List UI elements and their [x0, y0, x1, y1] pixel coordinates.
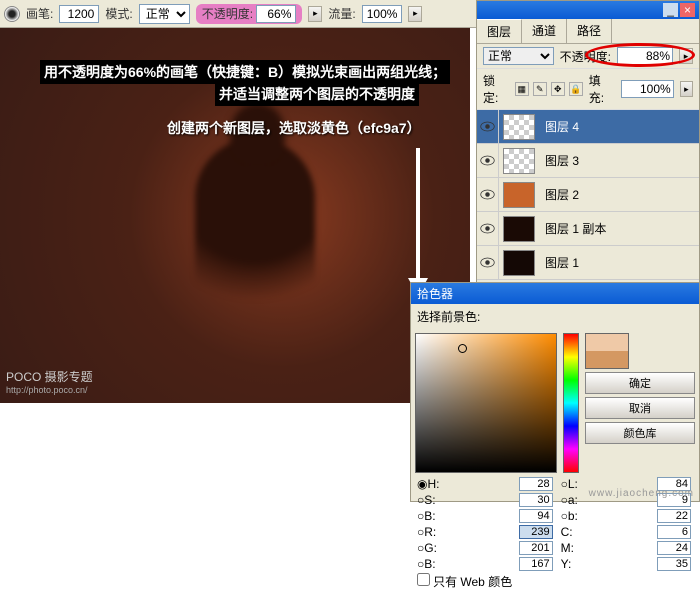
mode-label: 模式:	[105, 5, 132, 22]
caption-3: 创建两个新图层，选取淡黄色（efc9a7）	[167, 118, 421, 138]
color-field[interactable]	[415, 333, 557, 473]
fill-value[interactable]: 100%	[621, 80, 674, 98]
poco-watermark: POCO 摄影专题http://photo.poco.cn/	[6, 368, 93, 395]
flow-arrow-icon[interactable]: ▸	[408, 6, 422, 22]
opacity-dropdown-icon[interactable]: ▸	[679, 48, 693, 64]
lock-icons: ▦ ✎ ✥ 🔒	[515, 82, 583, 96]
layer-row[interactable]: 图层 4	[477, 110, 699, 144]
minimize-icon[interactable]: _	[663, 3, 678, 17]
opacity-label: 不透明度:	[202, 7, 253, 21]
cancel-button[interactable]: 取消	[585, 397, 695, 419]
brush-preview-icon[interactable]	[4, 6, 20, 22]
g-input[interactable]	[519, 541, 553, 555]
layer-thumb	[503, 250, 535, 276]
layer-name: 图层 1 副本	[545, 220, 606, 237]
swatches-button[interactable]: 颜色库	[585, 422, 695, 444]
layer-row[interactable]: 图层 1	[477, 246, 699, 280]
fill-label: 填充:	[589, 72, 615, 106]
color-swatch	[585, 333, 629, 369]
picker-title: 拾色器	[411, 283, 699, 304]
caption-1: 用不透明度为66%的画笔（快捷键：B）模拟光束画出两组光线；	[40, 60, 450, 84]
layer-row[interactable]: 图层 2	[477, 178, 699, 212]
layer-row[interactable]: 图层 1 副本	[477, 212, 699, 246]
h-input[interactable]	[519, 477, 553, 491]
y-input[interactable]	[657, 557, 691, 571]
site-watermark: www.jiaocheng.com	[589, 488, 694, 499]
lock-pixels-icon[interactable]: ✎	[533, 82, 547, 96]
tab-paths[interactable]: 路径	[567, 19, 612, 43]
opacity-value[interactable]: 66%	[256, 5, 296, 23]
color-picker: 拾色器 选择前景色: 确定 取消 颜色库 ◉H: ○L: ○S: ○a: ○B:…	[410, 282, 700, 502]
layer-thumb	[503, 114, 535, 140]
bch-input[interactable]	[519, 557, 553, 571]
layer-name: 图层 4	[545, 118, 579, 135]
visibility-eye-icon[interactable]	[477, 144, 499, 178]
lock-transparent-icon[interactable]: ▦	[515, 82, 529, 96]
web-colors-checkbox[interactable]	[417, 573, 430, 586]
m-input[interactable]	[657, 541, 691, 555]
ok-button[interactable]: 确定	[585, 372, 695, 394]
fill-dropdown-icon[interactable]: ▸	[680, 81, 693, 97]
layer-name: 图层 1	[545, 254, 579, 271]
flow-value[interactable]: 100%	[362, 5, 403, 23]
b2-input[interactable]	[657, 509, 691, 523]
layer-row[interactable]: 图层 3	[477, 144, 699, 178]
visibility-eye-icon[interactable]	[477, 212, 499, 246]
visibility-eye-icon[interactable]	[477, 246, 499, 280]
web-label: 只有 Web 颜色	[433, 575, 512, 589]
layer-opacity-value[interactable]: 88%	[617, 47, 673, 65]
bv-input[interactable]	[519, 509, 553, 523]
layer-name: 图层 3	[545, 152, 579, 169]
layer-name: 图层 2	[545, 186, 579, 203]
layer-blend-select[interactable]: 正常	[483, 47, 554, 65]
layers-panel: _ × 图层 通道 路径 正常 不透明度: 88% ▸ 锁定: ▦ ✎ ✥ 🔒 …	[476, 0, 700, 290]
panel-tabs: 图层 通道 路径	[477, 19, 699, 44]
c-input[interactable]	[657, 525, 691, 539]
brush-size-value[interactable]: 1200	[59, 5, 99, 23]
color-marker-icon	[458, 344, 467, 353]
layer-thumb	[503, 216, 535, 242]
arrow-down-icon	[408, 148, 428, 298]
silhouette-image	[195, 138, 315, 368]
panel-title-bar: _ ×	[477, 1, 699, 19]
lock-position-icon[interactable]: ✥	[551, 82, 565, 96]
close-icon[interactable]: ×	[680, 3, 695, 17]
blend-mode-select[interactable]: 正常	[139, 4, 190, 24]
opacity-arrow-icon[interactable]: ▸	[308, 6, 322, 22]
visibility-eye-icon[interactable]	[477, 110, 499, 144]
layer-thumb	[503, 182, 535, 208]
hue-slider[interactable]	[563, 333, 579, 473]
canvas-image: 用不透明度为66%的画笔（快捷键：B）模拟光束画出两组光线； 并适当调整两个图层…	[0, 28, 470, 403]
brush-label: 画笔:	[26, 5, 53, 22]
tab-layers[interactable]: 图层	[477, 19, 522, 43]
flow-label: 流量:	[328, 5, 355, 22]
lock-all-icon[interactable]: 🔒	[569, 82, 583, 96]
lock-label: 锁定:	[483, 72, 509, 106]
tab-channels[interactable]: 通道	[522, 19, 567, 43]
r-input[interactable]	[519, 525, 553, 539]
picker-subtitle: 选择前景色:	[411, 304, 699, 329]
layer-thumb	[503, 148, 535, 174]
layer-list: 图层 4 图层 3 图层 2 图层 1 副本图层 1	[477, 110, 699, 296]
layer-opacity-label: 不透明度:	[560, 48, 611, 65]
caption-2: 并适当调整两个图层的不透明度	[215, 82, 419, 106]
visibility-eye-icon[interactable]	[477, 178, 499, 212]
s-input[interactable]	[519, 493, 553, 507]
